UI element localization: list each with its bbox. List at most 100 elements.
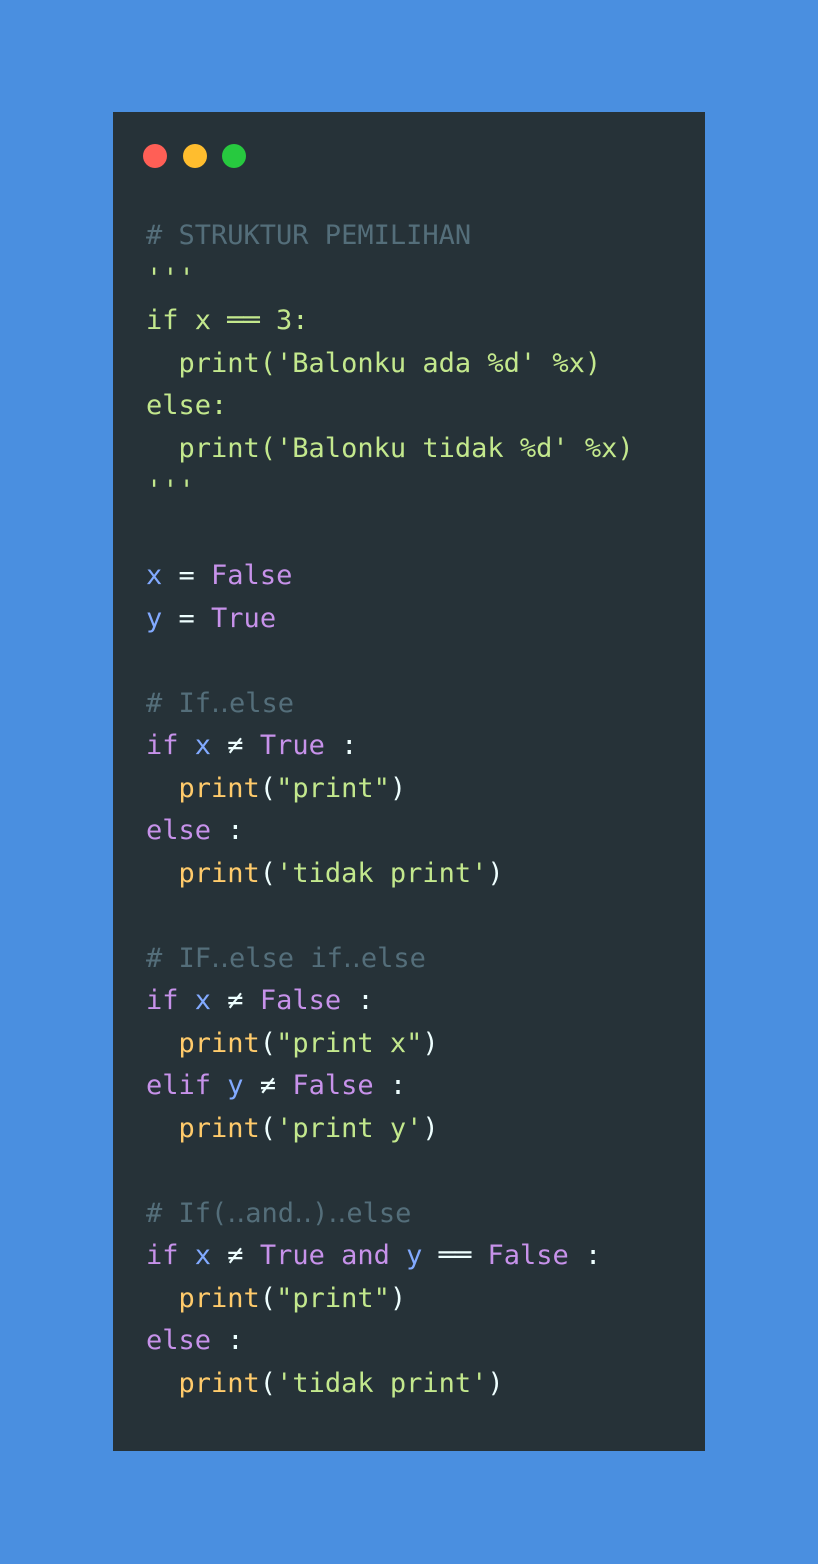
code-token: print('Balonku tidak %d' %x) bbox=[146, 432, 634, 464]
code-token: True bbox=[259, 1240, 325, 1271]
code-line: # If(‥and‥)‥else bbox=[146, 1193, 634, 1236]
maximize-icon[interactable] bbox=[222, 144, 246, 168]
code-token: if bbox=[146, 985, 179, 1016]
code-window: # STRUKTUR PEMILIHAN ''' if x ══ 3: print(… bbox=[113, 112, 705, 1451]
code-line: ''' bbox=[146, 470, 634, 513]
code-token: ══ bbox=[422, 1240, 488, 1271]
code-token: "print x" bbox=[276, 1027, 423, 1059]
code-token: "print" bbox=[276, 772, 390, 804]
code-token: = bbox=[162, 602, 212, 634]
code-line: print('Balonku tidak %d' %x) bbox=[146, 428, 634, 471]
code-line: print('Balonku ada %d' %x) bbox=[146, 343, 634, 386]
code-token: : bbox=[211, 815, 244, 846]
code-token: elif bbox=[146, 1070, 212, 1101]
code-token: "print" bbox=[276, 1282, 390, 1314]
code-line: print('tidak print') bbox=[146, 853, 634, 896]
code-line: if x ≠ True : bbox=[146, 725, 634, 768]
code-token: x bbox=[194, 1240, 212, 1271]
code-token: x bbox=[146, 560, 163, 591]
code-token: ( bbox=[259, 772, 277, 804]
code-token: ''' bbox=[146, 262, 195, 294]
code-line: if x ══ 3: bbox=[146, 300, 634, 343]
minimize-icon[interactable] bbox=[183, 144, 207, 168]
code-token: print bbox=[178, 1112, 260, 1144]
code-token: ≠ bbox=[211, 985, 260, 1016]
code-token: ''' bbox=[146, 475, 195, 506]
code-token: ≠ bbox=[211, 1240, 260, 1271]
code-token: print bbox=[178, 772, 260, 804]
code-token: if bbox=[146, 730, 179, 761]
code-token: print bbox=[178, 1027, 260, 1059]
code-token: if bbox=[146, 1240, 179, 1271]
code-line: # If‥else bbox=[146, 683, 634, 726]
code-token: True bbox=[211, 602, 277, 634]
code-token: y bbox=[227, 1070, 244, 1101]
code-token: False bbox=[292, 1070, 374, 1101]
code-token: ≠ bbox=[243, 1070, 293, 1101]
code-token: # If(‥and‥)‥else bbox=[146, 1197, 412, 1229]
code-token: : bbox=[324, 730, 358, 761]
code-token: ( bbox=[259, 1112, 277, 1144]
code-line: print("print") bbox=[146, 1278, 634, 1321]
code-token: ) bbox=[422, 1112, 439, 1144]
code-token: y bbox=[146, 602, 163, 634]
code-token: False bbox=[211, 560, 293, 591]
code-token: x bbox=[194, 985, 212, 1016]
code-token: # IF‥else if‥else bbox=[146, 942, 426, 974]
code-token: False bbox=[487, 1240, 569, 1271]
code-token: : bbox=[373, 1070, 407, 1101]
code-line: x = False bbox=[146, 555, 634, 598]
code-token: # If‥else bbox=[146, 687, 295, 719]
code-line: print('print y') bbox=[146, 1108, 634, 1151]
code-token: ) bbox=[389, 1282, 407, 1314]
code-line: y = True bbox=[146, 598, 634, 641]
code-line: print('tidak print') bbox=[146, 1363, 634, 1406]
code-token: if x ══ 3: bbox=[146, 305, 309, 336]
code-token: and bbox=[341, 1240, 390, 1271]
code-token: False bbox=[259, 985, 342, 1016]
code-token: y bbox=[406, 1240, 423, 1271]
code-token: print bbox=[178, 857, 260, 889]
code-line: elif y ≠ False : bbox=[146, 1065, 634, 1108]
code-line: if x ≠ False : bbox=[146, 980, 634, 1023]
code-line: if x ≠ True and y ══ False : bbox=[146, 1235, 634, 1278]
code-token: True bbox=[259, 730, 325, 761]
code-token: ( bbox=[259, 1367, 277, 1399]
code-token: ( bbox=[259, 1282, 277, 1314]
code-token: x bbox=[194, 730, 212, 761]
code-token: : bbox=[341, 985, 374, 1016]
code-token: else bbox=[146, 1325, 212, 1356]
code-token: print bbox=[178, 1367, 260, 1399]
code-token: ) bbox=[487, 1367, 504, 1399]
code-line: print("print") bbox=[146, 768, 634, 811]
code-token: else bbox=[146, 815, 212, 846]
code-line: else : bbox=[146, 810, 634, 853]
code-token: print('Balonku ada %d' %x) bbox=[146, 347, 602, 379]
code-token: = bbox=[162, 560, 212, 591]
close-icon[interactable] bbox=[143, 144, 167, 168]
code-line: # IF‥else if‥else bbox=[146, 938, 634, 981]
code-token: 'tidak print' bbox=[276, 857, 488, 889]
code-token: print bbox=[178, 1282, 260, 1314]
code-token: ≠ bbox=[211, 730, 260, 761]
code-token: : bbox=[211, 1325, 244, 1356]
code-token: ) bbox=[487, 857, 504, 889]
code-line: else: bbox=[146, 385, 634, 428]
code-token: ( bbox=[259, 857, 277, 889]
code-block: # STRUKTUR PEMILIHAN ''' if x ══ 3: print(… bbox=[146, 215, 634, 1405]
code-token: ) bbox=[422, 1027, 439, 1059]
